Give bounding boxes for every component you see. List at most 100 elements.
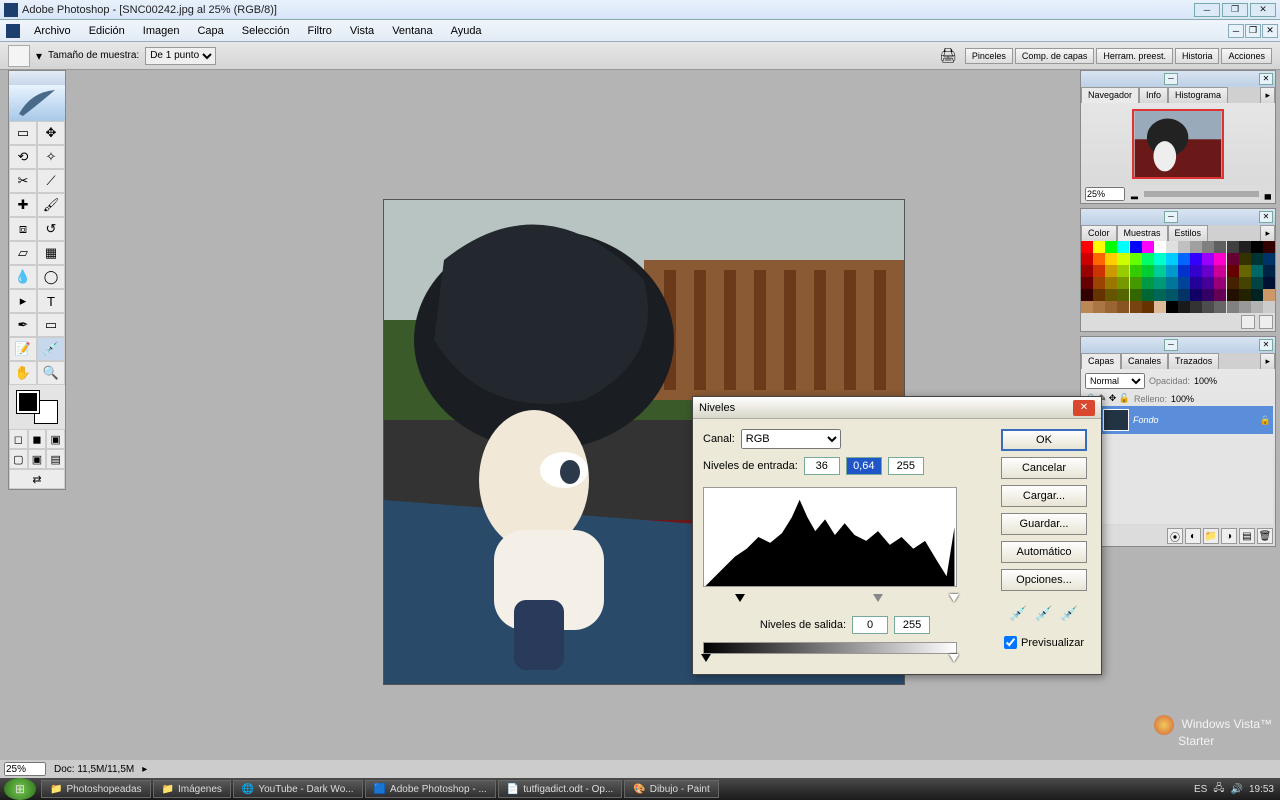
swatch[interactable] (1166, 289, 1178, 301)
swatch[interactable] (1166, 241, 1178, 253)
swatch[interactable] (1093, 253, 1105, 265)
swatch[interactable] (1202, 241, 1214, 253)
eraser-tool[interactable]: ▱ (9, 241, 37, 265)
layer-fx-button[interactable]: ⦿ (1167, 528, 1183, 544)
swatch[interactable] (1239, 241, 1251, 253)
swatch[interactable] (1154, 253, 1166, 265)
healing-tool[interactable]: ✚ (9, 193, 37, 217)
swatch[interactable] (1227, 241, 1239, 253)
swatch[interactable] (1166, 253, 1178, 265)
panel-close[interactable]: ✕ (1259, 211, 1273, 223)
eyedropper-white-icon[interactable]: 💉 (1061, 605, 1078, 622)
menu-capa[interactable]: Capa (189, 23, 231, 39)
swatch[interactable] (1239, 277, 1251, 289)
brush-tool[interactable]: 🖌 (37, 193, 65, 217)
swatch[interactable] (1227, 253, 1239, 265)
swatch[interactable] (1105, 253, 1117, 265)
palette-acciones[interactable]: Acciones (1221, 48, 1272, 64)
delete-swatch-button[interactable] (1259, 315, 1273, 329)
swatch[interactable] (1214, 277, 1226, 289)
swatch[interactable] (1263, 241, 1275, 253)
swatch[interactable] (1178, 265, 1190, 277)
input-black-field[interactable] (804, 457, 840, 475)
swatch[interactable] (1130, 289, 1142, 301)
swatch[interactable] (1081, 289, 1093, 301)
swatch[interactable] (1263, 265, 1275, 277)
out-white-slider[interactable] (949, 654, 959, 662)
swatch[interactable] (1117, 301, 1129, 313)
palette-historia[interactable]: Historia (1175, 48, 1220, 64)
cancel-button[interactable]: Cancelar (1001, 457, 1087, 479)
swatch[interactable] (1202, 289, 1214, 301)
doc-minimize-button[interactable]: ─ (1228, 24, 1244, 38)
swatch[interactable] (1227, 265, 1239, 277)
swatch[interactable] (1142, 277, 1154, 289)
preview-check-input[interactable] (1004, 636, 1017, 649)
layer-folder-button[interactable]: 📁 (1203, 528, 1219, 544)
swatch[interactable] (1251, 301, 1263, 313)
screen-mode[interactable]: ▣ (46, 429, 65, 449)
swatch[interactable] (1154, 241, 1166, 253)
menu-filtro[interactable]: Filtro (299, 23, 339, 39)
dialog-close-button[interactable]: ✕ (1073, 400, 1095, 416)
dodge-tool[interactable]: ◯ (37, 265, 65, 289)
out-black-slider[interactable] (701, 654, 711, 662)
tab-navegador[interactable]: Navegador (1081, 87, 1139, 103)
output-black-field[interactable] (852, 616, 888, 634)
doc-close-button[interactable]: ✕ (1262, 24, 1278, 38)
menu-ayuda[interactable]: Ayuda (443, 23, 490, 39)
swatch[interactable] (1130, 277, 1142, 289)
palette-comp-capas[interactable]: Comp. de capas (1015, 48, 1095, 64)
swatch[interactable] (1154, 289, 1166, 301)
swatch[interactable] (1130, 253, 1142, 265)
swatch[interactable] (1117, 253, 1129, 265)
marquee-tool[interactable]: ▭ (9, 121, 37, 145)
fill-value[interactable]: 100% (1171, 394, 1194, 404)
swatch[interactable] (1251, 277, 1263, 289)
screen-full[interactable]: ▤ (46, 449, 65, 469)
slice-tool[interactable]: ⟋ (37, 169, 65, 193)
swatch[interactable] (1105, 289, 1117, 301)
swatch[interactable] (1178, 241, 1190, 253)
wand-tool[interactable]: ✧ (37, 145, 65, 169)
tab-muestras[interactable]: Muestras (1117, 225, 1168, 241)
screen-std[interactable]: ▢ (9, 449, 28, 469)
panel-menu[interactable]: ▸ (1260, 87, 1275, 103)
swatch[interactable] (1130, 265, 1142, 277)
jump-to-imageready[interactable]: ⇄ (9, 469, 65, 489)
panel-minimize[interactable]: ─ (1164, 73, 1178, 85)
gradient-tool[interactable]: ▦ (37, 241, 65, 265)
swatch[interactable] (1251, 253, 1263, 265)
tab-trazados[interactable]: Trazados (1168, 353, 1219, 369)
swatch[interactable] (1178, 277, 1190, 289)
navigator-thumb[interactable] (1132, 109, 1224, 179)
move-tool[interactable]: ✥ (37, 121, 65, 145)
screen-full-menu[interactable]: ▣ (28, 449, 47, 469)
panel-close[interactable]: ✕ (1259, 339, 1273, 351)
zoom-in-icon[interactable]: ▄ (1265, 189, 1271, 199)
swatch[interactable] (1202, 253, 1214, 265)
layer-mask-button[interactable]: ◐ (1185, 528, 1201, 544)
toolbox-header[interactable] (9, 71, 65, 85)
swatch[interactable] (1214, 289, 1226, 301)
blur-tool[interactable]: 💧 (9, 265, 37, 289)
task-photoshopeadas[interactable]: 📁 Photoshopeadas (41, 780, 151, 798)
task-youtube[interactable]: 🌐 YouTube - Dark Wo... (233, 780, 363, 798)
ok-button[interactable]: OK (1001, 429, 1087, 451)
zoom-slider[interactable] (1144, 191, 1259, 197)
eyedropper-tool[interactable]: 💉 (37, 337, 65, 361)
sample-size-select[interactable]: De 1 punto (145, 47, 216, 65)
swatch[interactable] (1117, 277, 1129, 289)
status-arrow-icon[interactable]: ▸ (142, 764, 147, 775)
panel-close[interactable]: ✕ (1259, 73, 1273, 85)
current-tool-preview[interactable] (8, 45, 30, 67)
close-button[interactable]: ✕ (1250, 3, 1276, 17)
load-button[interactable]: Cargar... (1001, 485, 1087, 507)
swatch[interactable] (1154, 265, 1166, 277)
tab-estilos[interactable]: Estilos (1168, 225, 1209, 241)
swatch[interactable] (1190, 241, 1202, 253)
eyedropper-black-icon[interactable]: 💉 (1010, 605, 1027, 622)
panel-menu[interactable]: ▸ (1260, 353, 1275, 369)
swatch[interactable] (1251, 265, 1263, 277)
swatch[interactable] (1178, 289, 1190, 301)
